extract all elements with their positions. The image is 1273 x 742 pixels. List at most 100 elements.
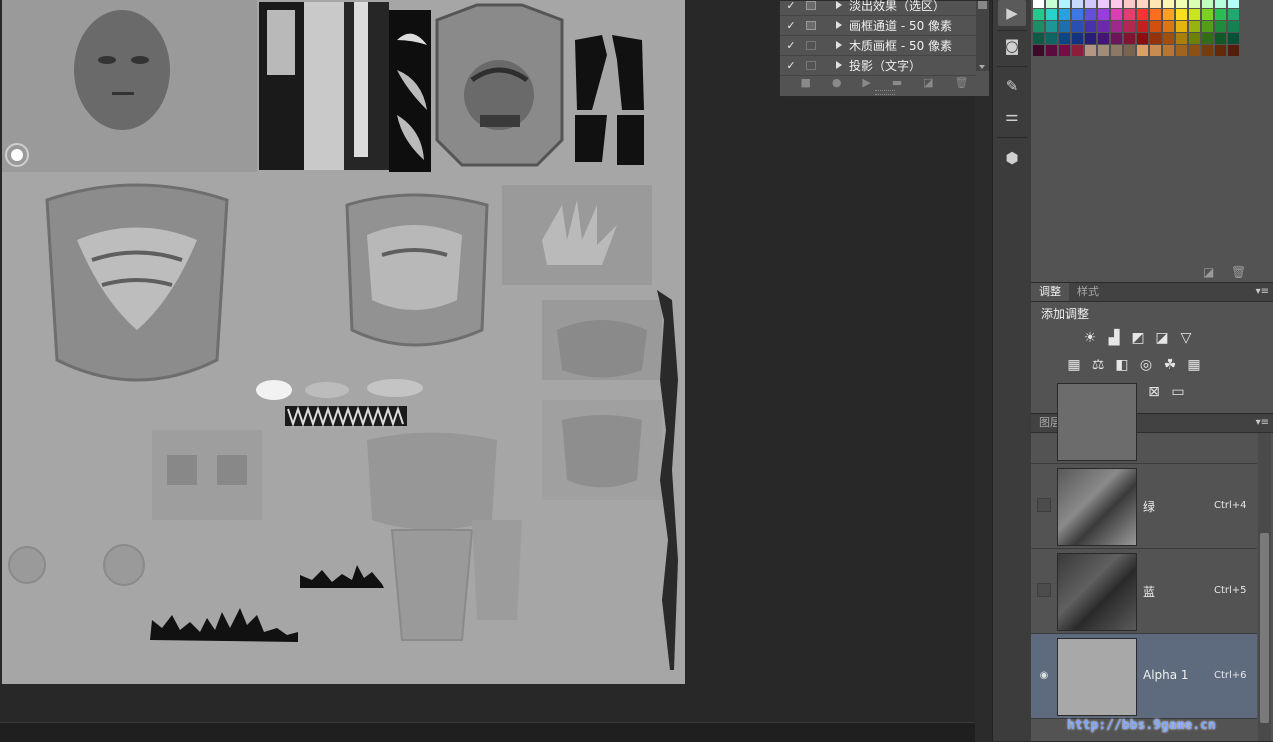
color-swatch[interactable]	[1124, 33, 1135, 44]
color-swatch[interactable]	[1189, 21, 1200, 32]
color-swatch[interactable]	[1189, 0, 1200, 8]
alpha-channel-document[interactable]	[2, 0, 685, 684]
actions-play-icon[interactable]: ▶	[998, 0, 1026, 26]
action-toggle-check[interactable]: ✓	[780, 59, 802, 72]
new-action-icon[interactable]: ◪	[923, 76, 933, 89]
brush-icon[interactable]: ✎	[998, 73, 1026, 99]
trash-icon[interactable]: 🗑	[1231, 265, 1246, 279]
color-swatch[interactable]	[1137, 33, 1148, 44]
exposure-icon[interactable]: ◪	[1153, 329, 1171, 347]
color-swatch[interactable]	[1150, 0, 1161, 8]
color-swatch[interactable]	[1124, 0, 1135, 8]
black-white-icon[interactable]: ◧	[1113, 356, 1131, 374]
action-toggle-check[interactable]: ✓	[780, 0, 802, 12]
color-swatch[interactable]	[1176, 33, 1187, 44]
color-swatch[interactable]	[1215, 21, 1226, 32]
color-swatch[interactable]	[1215, 9, 1226, 20]
color-swatch[interactable]	[1033, 9, 1044, 20]
color-swatch[interactable]	[1046, 0, 1057, 8]
color-swatch[interactable]	[1228, 9, 1239, 20]
channel-row-red[interactable]	[1031, 379, 1257, 464]
color-swatch[interactable]	[1189, 33, 1200, 44]
color-swatch[interactable]	[1215, 33, 1226, 44]
panel-menu-icon[interactable]: ▾≡	[1256, 286, 1269, 297]
color-swatch[interactable]	[1111, 0, 1122, 8]
color-swatch[interactable]	[1111, 45, 1122, 56]
document-canvas-area[interactable]	[0, 0, 975, 722]
visibility-toggle-icon[interactable]	[1037, 583, 1051, 597]
expand-triangle-icon[interactable]	[836, 61, 842, 69]
color-swatch[interactable]	[1111, 21, 1122, 32]
color-swatch[interactable]	[1124, 21, 1135, 32]
channels-scrollbar[interactable]	[1258, 433, 1271, 741]
levels-icon[interactable]: ▟	[1105, 329, 1123, 347]
color-swatch[interactable]	[1202, 33, 1213, 44]
tab-adjustments[interactable]: 调整	[1031, 283, 1069, 301]
folder-icon[interactable]: ▬	[892, 76, 902, 89]
color-swatch[interactable]	[1124, 45, 1135, 56]
color-swatch[interactable]	[1111, 33, 1122, 44]
action-dialog-toggle[interactable]	[806, 0, 816, 10]
color-swatch[interactable]	[1085, 45, 1096, 56]
color-swatch[interactable]	[1046, 21, 1057, 32]
stop-icon[interactable]: ■	[800, 76, 810, 89]
color-swatch[interactable]	[1098, 0, 1109, 8]
color-swatch[interactable]	[1124, 9, 1135, 20]
expand-triangle-icon[interactable]	[836, 1, 842, 9]
expand-triangle-icon[interactable]	[836, 21, 842, 29]
color-swatch[interactable]	[1046, 33, 1057, 44]
color-swatch[interactable]	[1085, 21, 1096, 32]
color-swatch[interactable]	[1202, 45, 1213, 56]
action-toggle-check[interactable]: ✓	[780, 39, 802, 52]
color-swatch[interactable]	[1202, 9, 1213, 20]
color-swatch[interactable]	[1072, 0, 1083, 8]
color-balance-icon[interactable]: ⚖	[1089, 356, 1107, 374]
color-swatch[interactable]	[1098, 45, 1109, 56]
sliders-icon[interactable]: ⚌	[998, 103, 1026, 129]
channel-row-blue[interactable]: 蓝 Ctrl+5	[1031, 549, 1257, 634]
color-swatch[interactable]	[1111, 9, 1122, 20]
scrollbar-thumb[interactable]	[978, 1, 987, 9]
color-swatch[interactable]	[1228, 0, 1239, 8]
action-toggle-check[interactable]: ✓	[780, 19, 802, 32]
tab-styles[interactable]: 样式	[1069, 283, 1107, 301]
color-swatch[interactable]	[1046, 45, 1057, 56]
3d-cube-icon[interactable]: ⬢	[998, 145, 1026, 171]
scrollbar-thumb[interactable]	[1260, 533, 1269, 723]
color-swatch[interactable]	[1228, 45, 1239, 56]
color-swatch[interactable]	[1163, 33, 1174, 44]
color-swatch[interactable]	[1150, 45, 1161, 56]
color-swatch[interactable]	[1059, 21, 1070, 32]
color-swatch[interactable]	[1176, 9, 1187, 20]
channel-row-alpha-1[interactable]: ◉ Alpha 1 Ctrl+6	[1031, 634, 1257, 719]
color-swatch[interactable]	[1033, 0, 1044, 8]
trash-icon[interactable]: 🗑	[955, 76, 969, 89]
color-swatch[interactable]	[1059, 9, 1070, 20]
record-icon[interactable]: ●	[832, 76, 842, 89]
color-swatch[interactable]	[1137, 21, 1148, 32]
color-swatch[interactable]	[1189, 45, 1200, 56]
history-icon[interactable]: ◙	[998, 33, 1026, 59]
color-swatch[interactable]	[1137, 0, 1148, 8]
color-swatch[interactable]	[1072, 33, 1083, 44]
scroll-down-arrow-icon[interactable]	[979, 65, 985, 69]
action-dialog-toggle[interactable]	[806, 60, 816, 70]
channel-row-green[interactable]: 绿 Ctrl+4	[1031, 464, 1257, 549]
color-swatch[interactable]	[1137, 45, 1148, 56]
color-swatch[interactable]	[1150, 9, 1161, 20]
color-swatch[interactable]	[1176, 0, 1187, 8]
curves-icon[interactable]: ◩	[1129, 329, 1147, 347]
color-swatch[interactable]	[1137, 9, 1148, 20]
color-swatch[interactable]	[1202, 21, 1213, 32]
brightness-icon[interactable]: ☀	[1081, 329, 1099, 347]
color-swatch[interactable]	[1163, 9, 1174, 20]
color-swatch[interactable]	[1228, 33, 1239, 44]
color-swatch[interactable]	[1163, 0, 1174, 8]
color-swatch[interactable]	[1085, 33, 1096, 44]
action-row[interactable]: ✓ 画框通道 - 50 像素	[780, 15, 976, 36]
actions-scrollbar[interactable]	[976, 1, 989, 71]
channel-mixer-icon[interactable]: ☘	[1161, 356, 1179, 374]
eye-icon[interactable]: ◉	[1037, 668, 1051, 682]
color-swatch[interactable]	[1033, 33, 1044, 44]
color-swatch[interactable]	[1033, 21, 1044, 32]
